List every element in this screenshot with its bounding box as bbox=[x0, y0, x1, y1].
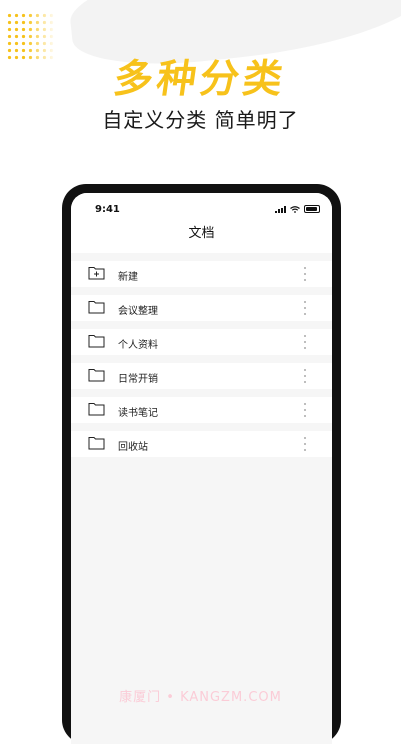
signal-icon bbox=[275, 205, 286, 213]
promo-headline: 多种分类 bbox=[110, 57, 290, 102]
folder-label: 日常开销 bbox=[118, 374, 158, 385]
more-options-icon[interactable] bbox=[303, 437, 307, 451]
folder-label: 会议整理 bbox=[118, 306, 158, 317]
folder-row-trash[interactable]: 回收站 bbox=[71, 431, 332, 457]
folder-icon bbox=[88, 403, 105, 416]
folder-list: 新建 会议整理 个人资料 日常开销 读书笔记 回收站 bbox=[71, 253, 332, 457]
folder-icon bbox=[88, 437, 105, 450]
folder-row[interactable]: 个人资料 bbox=[71, 329, 332, 355]
folder-label: 回收站 bbox=[118, 442, 148, 453]
folder-row[interactable]: 会议整理 bbox=[71, 295, 332, 321]
folder-row[interactable]: 日常开销 bbox=[71, 363, 332, 389]
status-time: 9:41 bbox=[95, 204, 120, 215]
status-bar: 9:41 bbox=[71, 193, 332, 219]
folder-label: 读书笔记 bbox=[118, 408, 158, 419]
status-icons bbox=[275, 205, 320, 213]
folder-label: 个人资料 bbox=[118, 340, 158, 351]
more-options-icon[interactable] bbox=[303, 267, 307, 281]
folder-add-icon bbox=[88, 267, 105, 280]
folder-row[interactable]: 读书笔记 bbox=[71, 397, 332, 423]
watermark: 康厦门 • KANGZM.COM bbox=[119, 690, 282, 705]
more-options-icon[interactable] bbox=[303, 335, 307, 349]
folder-row-new[interactable]: 新建 bbox=[71, 261, 332, 287]
folder-icon bbox=[88, 369, 105, 382]
phone-frame: 9:41 文档 新建 会议整理 个人资料 日常开销 读书笔记 回收站 bbox=[62, 184, 341, 744]
promo-subline: 自定义分类 简单明了 bbox=[102, 108, 299, 132]
folder-label: 新建 bbox=[118, 272, 138, 283]
more-options-icon[interactable] bbox=[303, 301, 307, 315]
battery-icon bbox=[304, 205, 320, 213]
folder-icon bbox=[88, 301, 105, 314]
more-options-icon[interactable] bbox=[303, 369, 307, 383]
folder-icon bbox=[88, 335, 105, 348]
phone-screen: 9:41 文档 新建 会议整理 个人资料 日常开销 读书笔记 回收站 bbox=[71, 193, 332, 744]
wifi-icon bbox=[290, 205, 300, 213]
more-options-icon[interactable] bbox=[303, 403, 307, 417]
screen-title: 文档 bbox=[71, 219, 332, 253]
